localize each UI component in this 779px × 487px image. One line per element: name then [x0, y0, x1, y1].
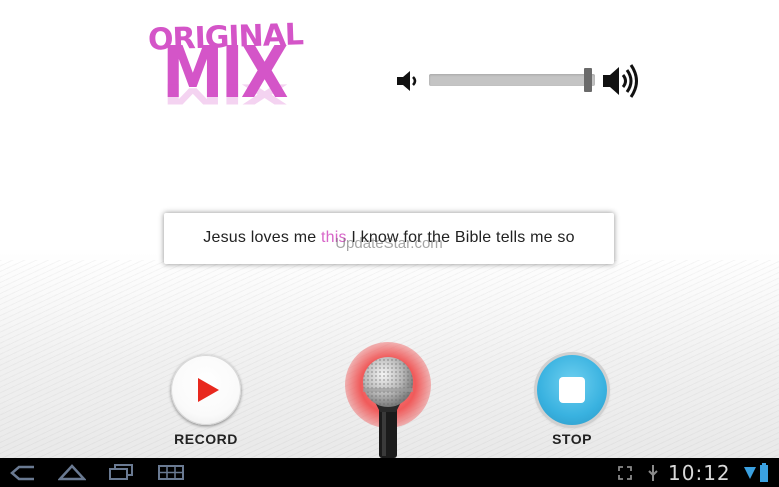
menu-icon[interactable]	[158, 465, 184, 480]
record-label: RECORD	[174, 431, 238, 447]
app-screen: ORIGINAL MIX MIX Jesus loves me this I k…	[0, 0, 779, 458]
recent-apps-icon[interactable]	[108, 464, 134, 480]
app-logo: ORIGINAL MIX MIX	[146, 16, 303, 141]
speaker-low-icon	[397, 71, 417, 91]
speaker-high-icon	[603, 64, 638, 98]
stop-icon	[559, 377, 585, 403]
system-bar	[0, 458, 779, 487]
stop-button[interactable]	[537, 355, 607, 425]
battery-icon	[760, 463, 768, 482]
watermark: UpdateStar.com	[335, 235, 443, 252]
volume-slider-thumb[interactable]	[583, 68, 592, 92]
home-icon[interactable]	[58, 463, 86, 481]
back-icon[interactable]	[10, 465, 36, 481]
record-button[interactable]	[171, 355, 241, 425]
logo-reflection: MIX	[162, 77, 286, 111]
screen-compat-icon[interactable]	[618, 466, 632, 480]
lyrics-panel: Jesus loves me this I know for the Bible…	[164, 213, 614, 264]
usb-icon	[648, 465, 658, 481]
microphone-icon[interactable]	[358, 354, 418, 458]
stop-label: STOP	[552, 431, 592, 447]
signal-icon	[744, 467, 756, 479]
play-icon	[198, 378, 219, 402]
volume-slider-track[interactable]	[429, 74, 595, 86]
system-clock: 10:12	[668, 461, 731, 485]
